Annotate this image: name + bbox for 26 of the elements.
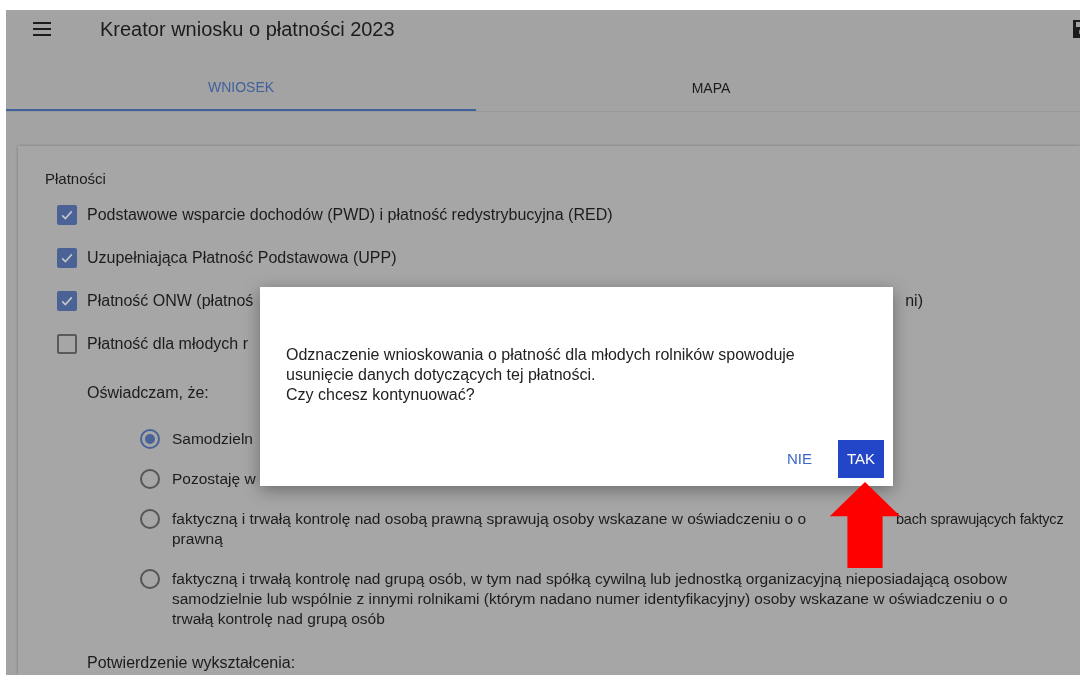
radio-button[interactable] <box>140 508 160 529</box>
section-title: Płatności <box>45 169 107 189</box>
checkbox[interactable] <box>57 290 77 311</box>
checkbox[interactable] <box>57 204 77 225</box>
radio-button[interactable] <box>140 428 160 449</box>
checkbox-label: Płatność dla młodych r <box>87 333 248 354</box>
dialog-message: Odznaczenie wnioskowania o płatność dla młodych rolników spowoduje usunięcie danych dotyczących tej płatności. Czy chcesz kontynuować? <box>286 345 796 405</box>
checkbox-label: Podstawowe wsparcie dochodów (PWD) i płatność redystrybucyjna (RED) <box>87 204 613 225</box>
checkbox[interactable] <box>57 333 77 354</box>
radio-label: prawną <box>172 528 224 549</box>
radio-label: faktyczną i trwałą kontrolę nad grupą osób, w tym nad spółką cywilną lub jednostką organizacyjną nieposiadającą osobow samodzielnie lub wspólnie z innymi rolnikami (którym nadano numer identyfikacyjny) osoby wskazane w oświadczeniu o o trwałą kontrolę nad grupą osób <box>172 568 1008 629</box>
radio-label: faktyczną i trwałą kontrolę nad osobą prawną sprawują osoby wskazane w oświadczeniu o o <box>172 508 808 529</box>
radio-label: bach sprawujących faktycz <box>896 509 1064 529</box>
checkbox-label: ni) <box>905 290 923 311</box>
tab[interactable]: MAPA <box>476 65 946 111</box>
confirm-button[interactable]: TAK <box>837 440 884 478</box>
radio-button[interactable] <box>140 468 160 489</box>
checkbox-label: Uzupełniająca Płatność Podstawowa (UPP) <box>87 247 397 268</box>
checkbox[interactable] <box>57 247 77 268</box>
app-title: Kreator wniosku o płatności 2023 <box>100 17 395 42</box>
radio-label: Pozostaję w <box>172 468 256 489</box>
education-title: Potwierdzenie wykształcenia: <box>87 652 297 673</box>
declaration-title: Oświadczam, że: <box>87 382 209 403</box>
radio-label: Samodzieln <box>172 428 253 449</box>
checkbox-label: Płatność ONW (płatnoś <box>87 290 254 311</box>
radio-button[interactable] <box>140 568 160 589</box>
